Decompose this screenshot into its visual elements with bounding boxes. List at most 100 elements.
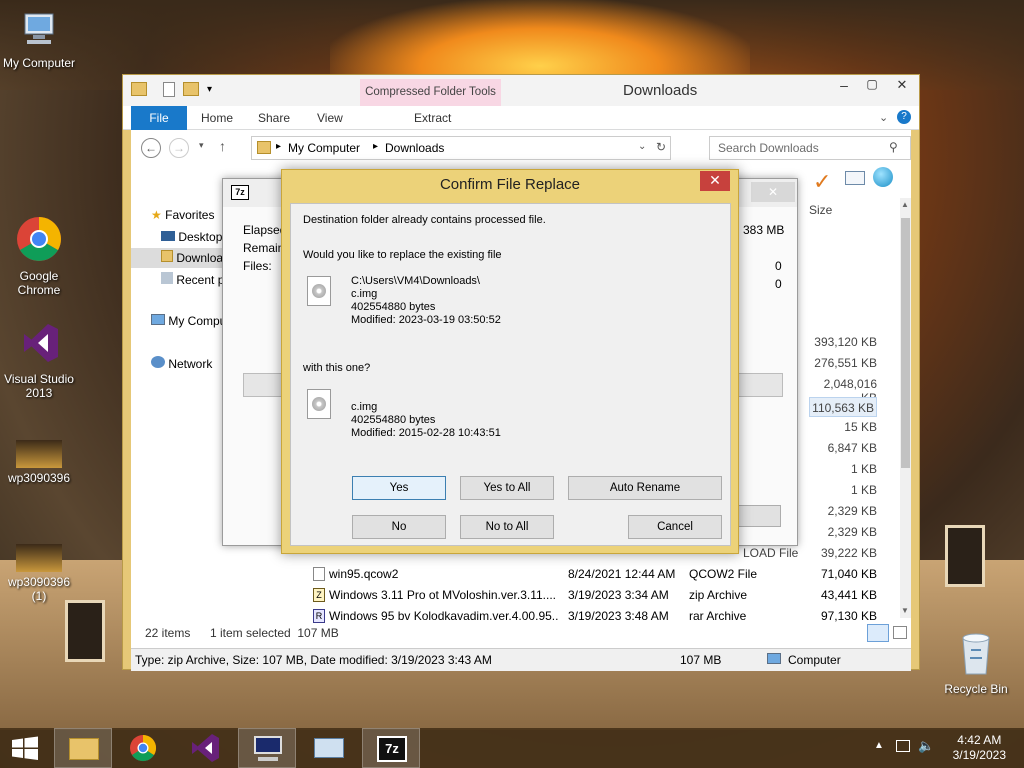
taskbar: 7z ▲ 🔈 4:42 AM 3/19/2023 [0,728,1024,768]
file-row[interactable]: win95.qcow2 8/24/2021 12:44 AM QCOW2 Fil… [313,564,883,584]
quick-access-dropdown-icon[interactable]: ▾ [207,84,212,95]
window-icon[interactable] [845,171,865,185]
start-icon [12,736,38,760]
checkmark-icon[interactable]: ✓ [813,169,831,195]
no-button[interactable]: No [352,515,446,539]
desktop-icon-recycle-bin[interactable]: Recycle Bin [938,630,1014,696]
desktop-icon-chrome[interactable]: Google Chrome [1,215,77,297]
column-header-size[interactable]: Size [809,203,832,217]
size-cell: 6,847 KB [827,441,877,455]
taskbar-7zip[interactable]: 7z [362,728,420,768]
expand-ribbon-icon[interactable]: ⌄ [879,111,888,124]
forward-button[interactable]: → [169,138,189,158]
file-row[interactable]: R Windows 95 bv Kolodkavadim.ver.4.00.95… [313,606,883,626]
nav-favorites[interactable]: ★ Favorites [151,208,214,222]
close-button[interactable]: ✕ [887,77,917,97]
cancel-button[interactable]: Cancel [628,515,722,539]
wallpaper-window [65,600,105,662]
taskbar-keyboard[interactable] [300,728,358,768]
size-cell: 39,222 KB [820,546,877,560]
wallpaper-window [945,525,985,587]
breadcrumb-downloads[interactable]: Downloads [385,141,444,155]
yes-button[interactable]: Yes [352,476,446,500]
no-to-all-button[interactable]: No to All [460,515,554,539]
scroll-down-icon[interactable]: ▼ [901,606,909,615]
globe-icon[interactable] [873,167,893,187]
file-date: 8/24/2021 12:44 AM [568,567,676,581]
address-bar[interactable]: ▸ My Computer ▸ Downloads ⌄ ↻ [251,136,671,160]
dialog-close-button[interactable]: ✕ [700,171,730,191]
taskbar-file-explorer[interactable] [54,728,112,768]
tab-home[interactable]: Home [201,111,233,125]
existing-file-name: c.img [351,288,378,300]
sevenzip-close-button[interactable]: ✕ [751,182,795,202]
computer-stand [258,757,278,761]
clock[interactable]: 4:42 AM 3/19/2023 [953,733,1006,763]
file-type: QCOW2 File [689,567,758,581]
nav-network[interactable]: Network [151,356,212,371]
files-label: Files: [243,259,272,273]
breadcrumb-separator-icon: ▸ [276,141,282,152]
properties-icon[interactable] [163,82,175,97]
taskbar-computer[interactable] [238,728,296,768]
maximize-button[interactable]: ▢ [859,77,885,97]
desktop-icon-visual-studio[interactable]: Visual Studio 2013 [1,320,77,400]
start-button[interactable] [0,728,50,768]
nav-label: Downloads [176,251,223,265]
help-icon[interactable]: ? [897,110,911,124]
tab-extract[interactable]: Extract [414,111,451,125]
breadcrumb-my-computer[interactable]: My Computer [288,141,360,155]
7zip-icon: 7z [377,736,407,762]
refresh-icon[interactable]: ↻ [656,140,666,154]
desktop-icon-my-computer[interactable]: My Computer [1,10,77,70]
nav-desktop[interactable]: Desktop [161,230,222,244]
file-size: 43,441 KB [820,588,877,602]
existing-file-size: 402554880 bytes [351,301,436,313]
existing-file-modified: Modified: 2023-03-19 03:50:52 [351,314,501,326]
file-type: zip Archive [689,588,748,602]
item-count: 22 items [145,626,191,640]
explorer-titlebar[interactable]: ▾ Compressed Folder Tools Downloads – ▢ … [123,75,919,106]
tab-view[interactable]: View [317,111,343,125]
size-cell: 1 KB [850,462,877,476]
taskbar-visual-studio[interactable] [176,728,234,768]
dialog-title: Confirm File Replace [439,176,581,193]
taskbar-chrome[interactable] [114,728,172,768]
elapsed-label: Elapsed [243,223,287,237]
new-folder-icon[interactable] [183,82,199,96]
vertical-scrollbar[interactable]: ▲ ▼ [900,198,911,618]
folder-icon [161,250,173,262]
back-button[interactable]: ← [141,138,161,158]
nav-label: Desktop [178,230,223,244]
show-hidden-icons[interactable]: ▲ [874,740,884,751]
desktop-icon-label: Google Chrome [17,269,61,297]
message-destination: Destination folder already contains proc… [303,214,546,226]
file-row[interactable]: Z Windows 3.11 Pro ot MVoloshin.ver.3.11… [313,585,883,605]
toolbar-right-icons: ✓ [809,165,899,194]
network-tray-icon[interactable] [896,740,910,752]
confirm-file-replace-dialog[interactable]: Confirm File Replace ✕ Destination folde… [281,169,739,554]
volume-icon[interactable]: 🔈 [918,738,934,754]
desktop-icon-wp3090396-1[interactable]: wp3090396 (1) [1,544,77,603]
details-view-icon[interactable] [867,624,889,642]
size-cell: 2,329 KB [827,504,877,518]
auto-rename-button[interactable]: Auto Rename [568,476,722,500]
nav-downloads[interactable]: Downloads [131,248,223,268]
desktop-icon-wp3090396[interactable]: wp3090396 [1,440,77,485]
tab-file[interactable]: File [131,106,187,130]
sevenzip-button[interactable] [737,505,781,527]
scrollbar-thumb[interactable] [901,218,910,468]
desktop-icon-label: My Computer [2,56,76,70]
large-icons-view-icon[interactable] [893,626,907,639]
address-dropdown-icon[interactable]: ⌄ [638,141,646,152]
yes-to-all-button[interactable]: Yes to All [460,476,554,500]
recent-locations-icon[interactable]: ▾ [199,140,204,151]
up-button[interactable]: ↑ [219,138,226,154]
scroll-up-icon[interactable]: ▲ [901,200,909,209]
computer-icon [254,736,282,754]
minimize-button[interactable]: – [831,77,857,97]
search-input[interactable]: Search Downloads [709,136,911,160]
file-date: 3/19/2023 3:48 AM [568,609,669,623]
tab-share[interactable]: Share [258,111,290,125]
clock-date: 3/19/2023 [952,748,1006,762]
